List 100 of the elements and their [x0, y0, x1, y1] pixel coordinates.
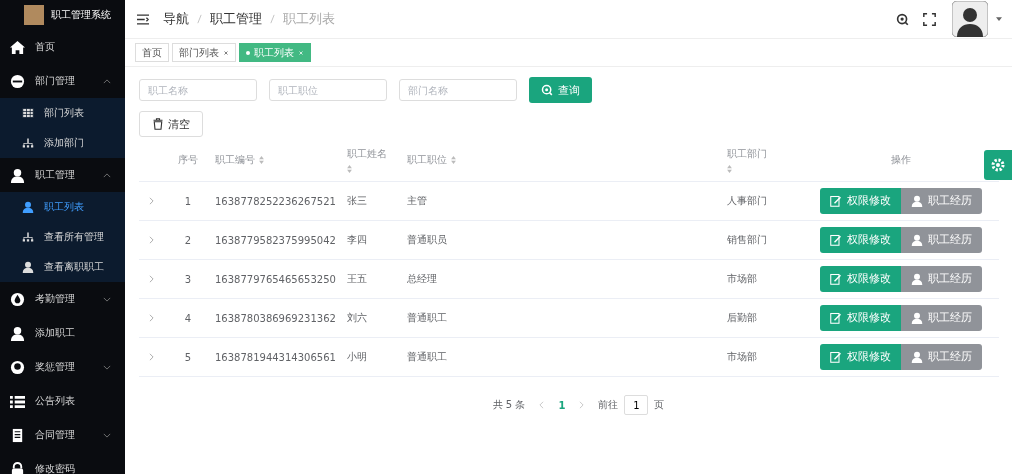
goto-label: 前往	[598, 398, 619, 412]
table-cell: 1	[184, 195, 192, 207]
expand-icon[interactable]	[149, 235, 154, 244]
breadcrumb-item[interactable]: 导航	[163, 10, 189, 28]
hierarchy-icon	[22, 231, 34, 243]
gear-icon	[990, 157, 1006, 173]
drop-icon	[10, 291, 25, 307]
sidebar-group[interactable]: 职工管理	[0, 158, 125, 192]
expand-icon[interactable]	[149, 196, 154, 205]
column-header: 序号	[178, 153, 198, 167]
table-cell: 5	[184, 351, 192, 363]
input-field[interactable]: 职工名称	[139, 79, 257, 101]
chevron-icon	[103, 79, 111, 84]
slash-icon	[270, 14, 275, 24]
hierarchy-icon	[22, 137, 34, 149]
table-cell: 2	[184, 234, 192, 246]
settings-button[interactable]	[984, 150, 1012, 180]
chevron-icon	[103, 433, 111, 438]
user-icon	[10, 167, 25, 183]
edit-icon	[829, 312, 842, 324]
user-icon	[910, 273, 923, 285]
table-cell: 普通职员	[407, 234, 447, 245]
chevron-icon	[103, 365, 111, 370]
table-cell: 王五	[347, 273, 367, 284]
prev-icon[interactable]	[539, 401, 545, 409]
table-cell: 刘六	[347, 312, 367, 323]
column-header: 操作	[890, 153, 911, 167]
table-cell: 普通职工	[407, 312, 447, 323]
sort-icon[interactable]	[451, 156, 456, 164]
input-field[interactable]: 职工职位	[269, 79, 387, 101]
user-icon	[22, 201, 34, 213]
user-icon	[910, 234, 923, 246]
table-cell: 人事部门	[727, 195, 767, 206]
logo-placeholder	[24, 5, 44, 25]
sidebar-subitem[interactable]: 添加部门	[0, 128, 125, 158]
table-cell: 1638780386969231362	[215, 312, 336, 324]
sidebar-item[interactable]: 添加职工	[0, 316, 125, 350]
tab[interactable]: 首页	[135, 43, 169, 62]
table-cell: 主管	[407, 195, 427, 206]
search-icon[interactable]	[896, 12, 909, 26]
chevron-icon	[103, 173, 111, 178]
edit-icon	[829, 351, 842, 363]
sidebar-item[interactable]: 修改密码	[0, 452, 125, 474]
search-icon	[541, 84, 553, 96]
clear-button[interactable]: 清空	[139, 111, 203, 137]
edit-icon	[829, 234, 842, 246]
home-icon	[10, 39, 25, 55]
grid-icon	[22, 107, 34, 119]
expand-icon[interactable]	[149, 313, 154, 322]
breadcrumb-item[interactable]: 职工管理	[210, 10, 262, 28]
caret-icon[interactable]	[996, 17, 1002, 21]
sidebar-subitem[interactable]: 查看离职职工	[0, 252, 125, 282]
table-cell: 后勤部	[727, 312, 757, 323]
table-cell: 张三	[347, 195, 367, 206]
input-field[interactable]: 部门名称	[399, 79, 517, 101]
sidebar-subitem[interactable]: 查看所有管理	[0, 222, 125, 252]
sidebar-subitem[interactable]: 职工列表	[0, 192, 125, 222]
next-icon[interactable]	[579, 401, 585, 409]
sidebar-group[interactable]: 合同管理	[0, 418, 125, 452]
sidebar-subitem[interactable]: 部门列表	[0, 98, 125, 128]
sidebar-group[interactable]: 奖惩管理	[0, 350, 125, 384]
sidebar-item[interactable]: 公告列表	[0, 384, 125, 418]
table-cell: 市场部	[727, 351, 757, 362]
expand-icon[interactable]	[149, 274, 154, 283]
user-icon	[910, 351, 923, 363]
list-icon	[10, 393, 25, 409]
user-icon	[910, 195, 923, 207]
table-cell: 销售部门	[727, 234, 767, 245]
trash-icon	[152, 118, 164, 130]
fullscreen-icon[interactable]	[923, 12, 936, 26]
expand-icon[interactable]	[149, 352, 154, 361]
avatar-silhouette[interactable]	[952, 1, 988, 37]
breadcrumb-item: 职工列表	[283, 10, 335, 28]
app-title: 职工管理系统	[51, 8, 111, 22]
table-cell: 1638781944314306561	[215, 351, 336, 363]
chevron-icon	[103, 297, 111, 302]
table-cell: 4	[184, 312, 192, 324]
page-input[interactable]: 1	[624, 395, 649, 415]
close-icon[interactable]	[223, 49, 229, 56]
user-icon	[10, 325, 25, 341]
table-cell: 3	[184, 273, 192, 285]
sidebar-item[interactable]: 首页	[0, 30, 125, 64]
menu-icon[interactable]	[137, 13, 149, 25]
dot-icon	[246, 50, 250, 55]
tab[interactable]: 部门列表	[172, 43, 236, 62]
sort-icon[interactable]	[727, 165, 732, 173]
table-cell: 李四	[347, 234, 367, 245]
page-suffix: 页	[654, 398, 665, 412]
document-icon	[10, 427, 25, 443]
lock-icon	[10, 461, 25, 474]
user-icon	[22, 261, 34, 273]
table-cell: 小明	[347, 351, 367, 362]
sidebar-group[interactable]: 考勤管理	[0, 282, 125, 316]
user-icon	[910, 312, 923, 324]
table-cell: 市场部	[727, 273, 757, 284]
sort-icon[interactable]	[259, 156, 264, 164]
slash-icon	[197, 14, 202, 24]
table-cell: 总经理	[407, 273, 437, 284]
sort-icon[interactable]	[347, 165, 352, 173]
sidebar-group[interactable]: 部门管理	[0, 64, 125, 98]
